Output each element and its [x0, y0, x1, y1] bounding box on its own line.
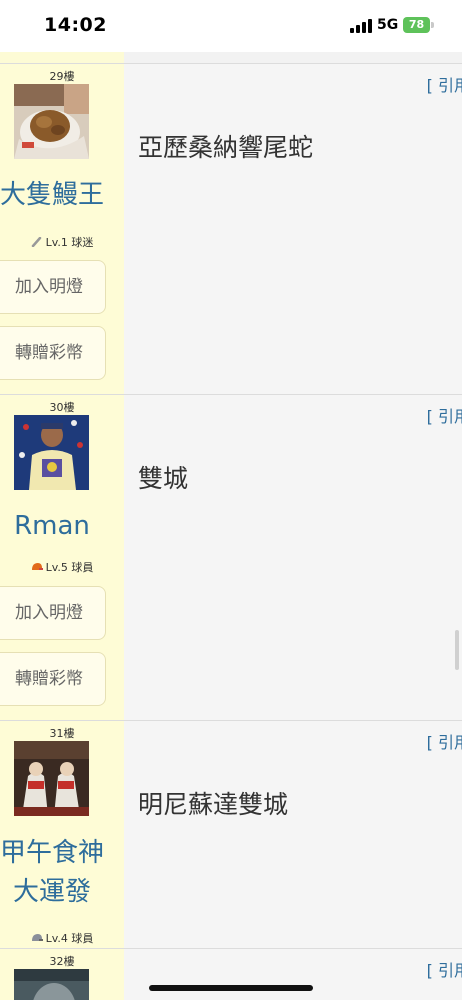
- battery-icon: 78: [403, 17, 430, 33]
- status-time: 14:02: [44, 14, 107, 36]
- user-avatar[interactable]: [14, 741, 89, 816]
- post-30: 30樓 Rman Lv.5 球員 加入明燈 轉贈彩幣 [ 引用 雙城: [0, 394, 462, 720]
- floor-number: 30樓: [49, 401, 75, 414]
- user-avatar[interactable]: [14, 969, 89, 1000]
- quote-link[interactable]: [ 引用: [427, 403, 462, 427]
- post-text: 亞歷桑納響尾蛇: [138, 133, 314, 162]
- user-avatar[interactable]: [14, 415, 89, 490]
- post-29: 29樓 大隻鰻王 Lv.1 球迷 加入明燈 轉贈彩幣 [ 引用 亞歷桑納響尾蛇: [0, 63, 462, 394]
- user-level: Lv.1 球迷: [0, 234, 124, 250]
- post-content: [ 引用 明尼蘇達雙城: [124, 721, 462, 948]
- post-text: 明尼蘇達雙城: [138, 790, 289, 819]
- post-32: 32樓 [ 引用: [0, 948, 462, 1000]
- quote-link[interactable]: [ 引用: [427, 957, 462, 981]
- status-bar: 14:02 5G 78: [0, 0, 462, 52]
- post-content: [ 引用: [124, 949, 462, 1000]
- user-level: Lv.5 球員: [0, 559, 124, 575]
- username[interactable]: 大隻鰻王: [0, 176, 124, 214]
- user-avatar[interactable]: [14, 84, 89, 159]
- user-level: Lv.4 球員: [0, 930, 124, 946]
- post-author-panel: 30樓 Rman Lv.5 球員 加入明燈 轉贈彩幣: [0, 395, 124, 720]
- bat-icon: [31, 236, 43, 248]
- helmet-icon: [31, 933, 43, 943]
- follow-button[interactable]: 加入明燈: [0, 260, 106, 314]
- post-31: 31樓 甲午食神 大運發 Lv.4 球員 [ 引用 明尼蘇達雙城: [0, 720, 462, 948]
- home-indicator[interactable]: [149, 985, 313, 991]
- network-type: 5G: [377, 17, 399, 33]
- post-author-panel: 31樓 甲午食神 大運發 Lv.4 球員: [0, 721, 124, 948]
- helmet-icon: [31, 562, 43, 572]
- gift-coins-button[interactable]: 轉贈彩幣: [0, 652, 106, 706]
- scrollbar[interactable]: [455, 630, 459, 670]
- quote-link[interactable]: [ 引用: [427, 729, 462, 753]
- battery-tip: [431, 22, 434, 28]
- username-line-2[interactable]: 大運發: [0, 873, 124, 911]
- floor-number: 31樓: [49, 727, 75, 740]
- username-line-1[interactable]: 甲午食神: [0, 834, 124, 872]
- post-content: [ 引用 亞歷桑納響尾蛇: [124, 64, 462, 394]
- post-author-panel: 32樓: [0, 949, 124, 1000]
- floor-number: 32樓: [49, 955, 75, 968]
- post-content: [ 引用 雙城: [124, 395, 462, 720]
- quote-link[interactable]: [ 引用: [427, 72, 462, 96]
- post-author-panel: 29樓 大隻鰻王 Lv.1 球迷 加入明燈 轉贈彩幣: [0, 64, 124, 394]
- gift-coins-button[interactable]: 轉贈彩幣: [0, 326, 106, 380]
- post-text: 雙城: [138, 464, 189, 493]
- follow-button[interactable]: 加入明燈: [0, 586, 106, 640]
- user-level-label: Lv.5 球員: [45, 561, 94, 574]
- user-level-label: Lv.4 球員: [45, 932, 94, 945]
- user-level-label: Lv.1 球迷: [45, 236, 94, 249]
- cellular-signal-icon: [350, 19, 372, 33]
- username[interactable]: Rman: [0, 507, 124, 545]
- floor-number: 29樓: [49, 70, 75, 83]
